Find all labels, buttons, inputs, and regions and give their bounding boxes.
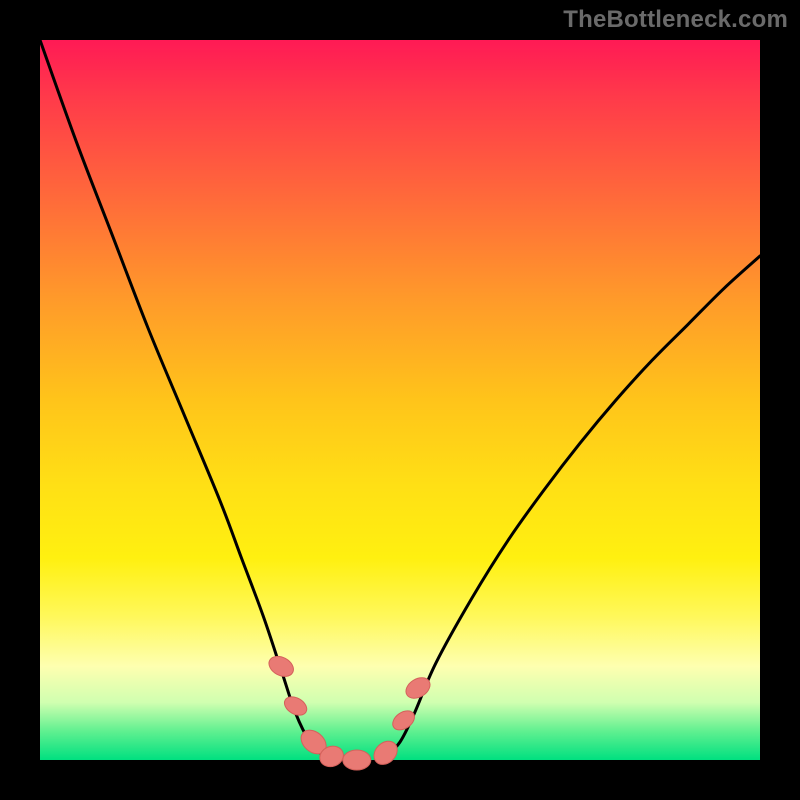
bottom-marker-2	[343, 750, 371, 770]
left-marker-2	[281, 693, 310, 719]
curve-layer	[40, 40, 760, 756]
left-curve	[40, 40, 324, 756]
chart-frame: TheBottleneck.com	[0, 0, 800, 800]
right-curve	[386, 256, 760, 756]
chart-svg	[40, 40, 760, 760]
left-marker-1	[265, 652, 296, 680]
marker-layer	[265, 652, 433, 770]
right-marker-2	[389, 707, 418, 734]
chart-plot-area	[40, 40, 760, 760]
right-marker-1	[369, 737, 402, 770]
watermark-text: TheBottleneck.com	[563, 6, 788, 34]
